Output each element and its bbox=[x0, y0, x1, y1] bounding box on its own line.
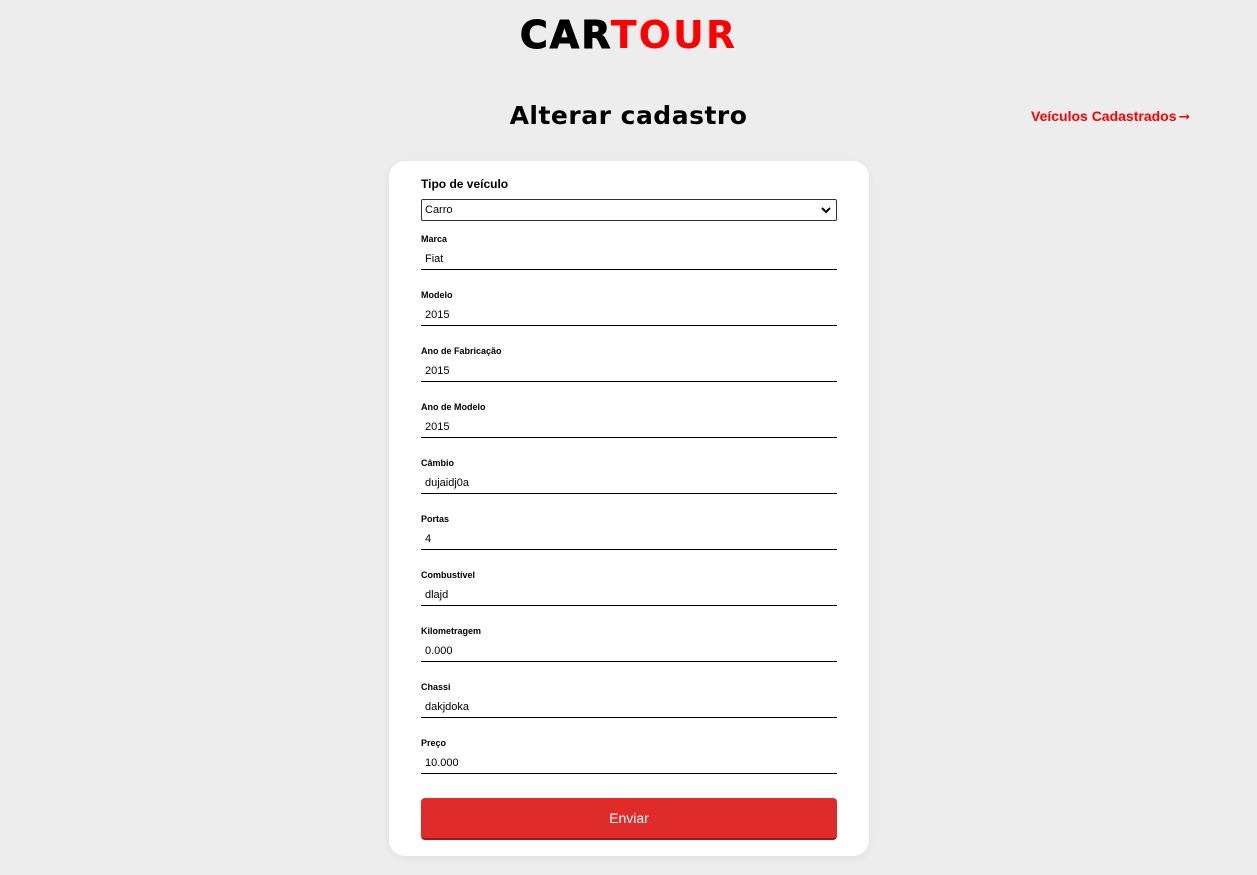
portas-input[interactable] bbox=[421, 528, 837, 550]
vehicle-type-select[interactable]: Carro bbox=[421, 199, 837, 221]
field-chassi: Chassi bbox=[421, 682, 837, 722]
field-label: Portas bbox=[421, 514, 450, 524]
field-label: Ano de Modelo bbox=[421, 402, 486, 412]
field-cambio: Câmbio bbox=[421, 458, 837, 498]
combustivel-input[interactable] bbox=[421, 584, 837, 606]
logo-tour-text: TOUR bbox=[610, 13, 738, 57]
vehicle-type-label: Tipo de veículo bbox=[421, 177, 509, 191]
ano-modelo-input[interactable] bbox=[421, 416, 837, 438]
preco-input[interactable] bbox=[421, 752, 837, 774]
field-portas: Portas bbox=[421, 514, 837, 554]
submit-button[interactable]: Enviar bbox=[421, 798, 837, 840]
vehicles-registered-link-label: Veículos Cadastrados bbox=[1031, 108, 1177, 124]
arrow-right-icon: ➞ bbox=[1178, 108, 1191, 124]
chevron-down-icon bbox=[821, 207, 831, 214]
field-label: Kilometragem bbox=[421, 626, 482, 636]
modelo-input[interactable] bbox=[421, 304, 837, 326]
field-label: Câmbio bbox=[421, 458, 455, 468]
field-combustivel: Combustível bbox=[421, 570, 837, 610]
field-kilometragem: Kilometragem bbox=[421, 626, 837, 666]
field-modelo: Modelo bbox=[421, 290, 837, 330]
field-label: Preço bbox=[421, 738, 447, 748]
vehicles-registered-link[interactable]: Veículos Cadastrados ➞ bbox=[1031, 108, 1190, 125]
field-marca: Marca bbox=[421, 234, 837, 274]
chassi-input[interactable] bbox=[421, 696, 837, 718]
vehicle-type-selected-value: Carro bbox=[425, 204, 453, 216]
field-label: Marca bbox=[421, 234, 448, 244]
kilometragem-input[interactable] bbox=[421, 640, 837, 662]
logo: CARTOUR bbox=[0, 13, 1257, 57]
ano-fabricacao-input[interactable] bbox=[421, 360, 837, 382]
logo-car-text: CAR bbox=[519, 13, 611, 57]
field-label: Ano de Fabricação bbox=[421, 346, 502, 356]
marca-input[interactable] bbox=[421, 248, 837, 270]
field-label: Chassi bbox=[421, 682, 451, 692]
field-preco: Preço bbox=[421, 738, 837, 778]
field-label: Modelo bbox=[421, 290, 453, 300]
cambio-input[interactable] bbox=[421, 472, 837, 494]
field-ano-fabricacao: Ano de Fabricação bbox=[421, 346, 837, 386]
field-label: Combustível bbox=[421, 570, 476, 580]
field-ano-modelo: Ano de Modelo bbox=[421, 402, 837, 442]
